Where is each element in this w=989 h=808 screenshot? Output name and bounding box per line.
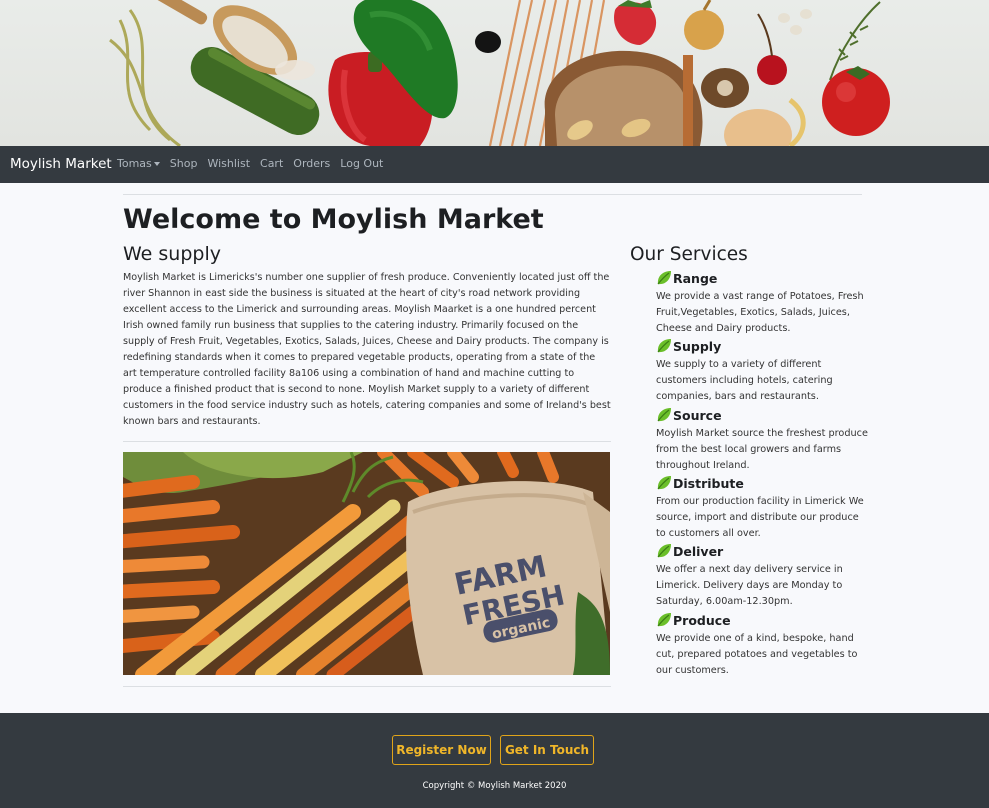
service-text: From our production facility in Limerick… — [656, 496, 864, 539]
service-title: Produce — [673, 612, 731, 628]
service-distribute: Distribute From our production facility … — [656, 474, 870, 542]
footer: Register Now Get In Touch Copyright © Mo… — [0, 713, 989, 808]
top-navbar: Moylish Market Tomas Shop Wishlist Cart … — [0, 146, 989, 183]
leaf-icon — [657, 339, 671, 353]
user-name: Tomas — [117, 157, 152, 170]
nav-links: Tomas Shop Wishlist Cart Orders Log Out — [117, 157, 393, 170]
image-divider — [123, 686, 611, 687]
brand-link[interactable]: Moylish Market — [10, 156, 112, 172]
leaf-icon — [657, 476, 671, 490]
about-divider — [123, 441, 611, 442]
service-title: Source — [673, 407, 722, 423]
service-title: Deliver — [673, 543, 724, 559]
services-section: Our Services Range We provide a vast ran… — [630, 244, 870, 676]
nav-link-logout[interactable]: Log Out — [340, 157, 383, 170]
service-text: We supply to a variety of different cust… — [656, 359, 833, 402]
leaf-icon — [657, 613, 671, 627]
register-now-button[interactable]: Register Now — [392, 735, 491, 765]
service-title: Supply — [673, 338, 722, 354]
service-text: We offer a next day delivery service in … — [656, 564, 843, 607]
service-text: We provide a vast range of Potatoes, Fre… — [656, 291, 864, 334]
service-range: Range We provide a vast range of Potatoe… — [656, 269, 870, 337]
service-title: Range — [673, 270, 718, 286]
section-heading-we-supply: We supply — [123, 243, 221, 265]
about-paragraph: Moylish Market is Limericks's number one… — [123, 272, 611, 427]
page-title: Welcome to Moylish Market — [123, 204, 544, 235]
top-divider — [123, 194, 862, 195]
service-produce: Produce We provide one of a kind, bespok… — [656, 611, 870, 679]
service-text: We provide one of a kind, bespoke, hand … — [656, 633, 858, 676]
produce-banner-image — [109, 0, 890, 146]
nav-link-shop[interactable]: Shop — [170, 157, 198, 170]
hero-banner — [0, 0, 989, 146]
service-deliver: Deliver We offer a next day delivery ser… — [656, 542, 870, 610]
nav-link-cart[interactable]: Cart — [260, 157, 283, 170]
chevron-down-icon — [153, 162, 160, 166]
leaf-icon — [657, 408, 671, 422]
copyright-text: Copyright © Moylish Market 2020 — [422, 781, 567, 791]
leaf-icon — [657, 544, 671, 558]
get-in-touch-button[interactable]: Get In Touch — [500, 735, 594, 765]
user-dropdown[interactable]: Tomas — [117, 157, 160, 170]
farm-fresh-vegetables-image: FARM FRESH organic — [123, 452, 610, 675]
service-source: Source Moylish Market source the freshes… — [656, 406, 870, 474]
nav-link-wishlist[interactable]: Wishlist — [207, 157, 250, 170]
service-title: Distribute — [673, 475, 744, 491]
service-supply: Supply We supply to a variety of differe… — [656, 337, 870, 405]
leaf-icon — [657, 271, 671, 285]
services-heading: Our Services — [630, 244, 748, 265]
service-text: Moylish Market source the freshest produ… — [656, 428, 868, 471]
nav-link-orders[interactable]: Orders — [293, 157, 330, 170]
